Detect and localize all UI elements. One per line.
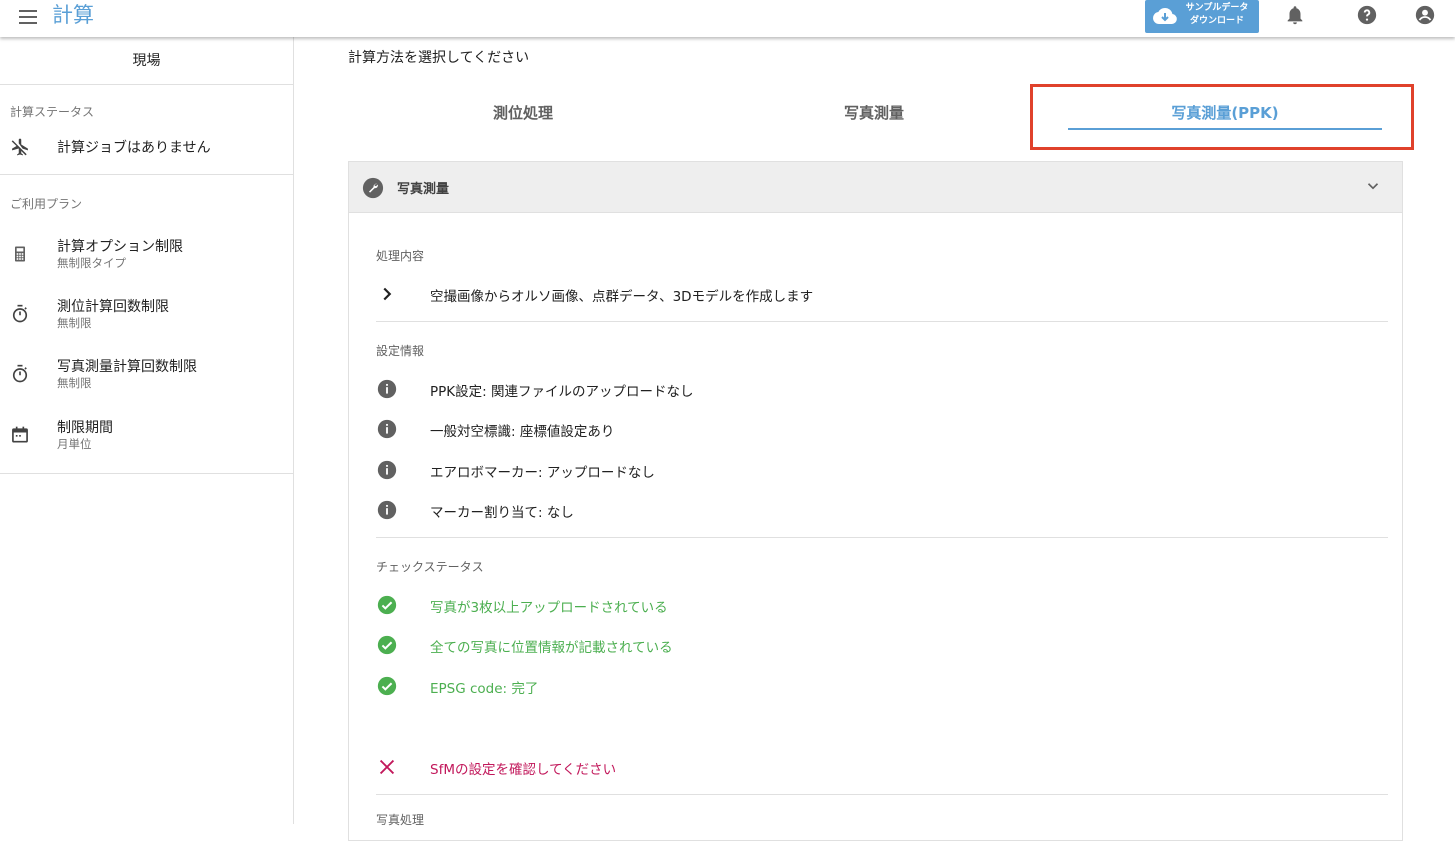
select-method-prompt: 計算方法を選択してください xyxy=(348,50,530,66)
download-label-line2: ダウンロード xyxy=(1189,16,1244,26)
plan-item-photogrammetry-count: 写真測量計算回数制限 無制限 xyxy=(0,354,293,394)
photo-processing-heading: 写真処理 xyxy=(376,813,425,827)
photo-processing-section: 写真処理 xyxy=(376,795,1388,835)
plan-item-calc-options: 計算オプション制限 無制限タイプ xyxy=(0,234,293,274)
account-icon[interactable] xyxy=(1414,4,1436,26)
tab-label: 測位処理 xyxy=(492,104,553,122)
chevron-down-icon[interactable] xyxy=(1364,177,1382,195)
highlight-box xyxy=(1030,84,1414,150)
process-heading: 処理内容 xyxy=(376,249,425,263)
settings-text: PPK設定: 関連ファイルのアップロードなし xyxy=(430,384,694,400)
plan-item-sub: 無制限 xyxy=(57,316,92,330)
plan-item-positioning-count: 測位計算回数制限 無制限 xyxy=(0,294,293,334)
info-icon xyxy=(377,500,397,520)
main-content: 計算方法を選択してください 測位処理 写真測量 写真測量(PPK) 写真測量 処… xyxy=(294,37,1455,841)
tab-label: 写真測量 xyxy=(843,104,904,122)
panel-title: 写真測量 xyxy=(397,182,450,197)
check-circle-icon xyxy=(377,595,397,615)
sample-data-download-button[interactable]: サンプルデータ ダウンロード xyxy=(1145,0,1259,33)
settings-text: エアロボマーカー: アップロードなし xyxy=(430,465,655,481)
check-row-ng: SfMの設定を確認してください xyxy=(376,754,1276,780)
settings-heading: 設定情報 xyxy=(376,344,425,358)
plan-heading: ご利用プラン xyxy=(10,197,83,211)
info-icon xyxy=(377,460,397,480)
site-label[interactable]: 現場 xyxy=(0,37,293,85)
sidebar: 現場 計算ステータス 計算ジョブはありません ご利用プラン 計算オプション制限 … xyxy=(0,37,294,824)
calc-job-status: 計算ジョブはありません xyxy=(0,130,293,164)
info-icon xyxy=(377,379,397,399)
airplane-off-icon xyxy=(11,138,28,156)
download-label-line1: サンプルデータ xyxy=(1185,3,1249,13)
check-status-heading: チェックステータス xyxy=(376,560,484,574)
calc-job-status-text: 計算ジョブはありません xyxy=(57,140,211,156)
timer-icon xyxy=(12,304,28,323)
calendar-icon xyxy=(12,426,28,443)
process-section: 処理内容 空撮画像からオルソ画像、点群データ、3Dモデルを作成します xyxy=(376,213,1388,322)
check-text: 全ての写真に位置情報が記載されている xyxy=(430,640,673,656)
plan-item-title: 計算オプション制限 xyxy=(57,239,183,255)
check-row-ok: 全ての写真に位置情報が記載されている xyxy=(376,632,1276,658)
menu-icon[interactable] xyxy=(18,6,40,28)
plan-item-title: 制限期間 xyxy=(57,420,113,436)
plan-item-sub: 無制限 xyxy=(57,376,92,390)
timer-icon xyxy=(12,364,28,383)
check-text: 写真が3枚以上アップロードされている xyxy=(430,600,668,616)
info-icon xyxy=(377,419,397,439)
settings-row: PPK設定: 関連ファイルのアップロードなし xyxy=(376,376,1276,402)
settings-section: 設定情報 PPK設定: 関連ファイルのアップロードなし 一般対空標識: 座標値設… xyxy=(376,322,1388,538)
method-panel: 写真測量 処理内容 空撮画像からオルソ画像、点群データ、3Dモデルを作成します … xyxy=(348,161,1403,841)
check-status-section: チェックステータス 写真が3枚以上アップロードされている 全ての写真に位置情報が… xyxy=(376,538,1388,795)
settings-text: マーカー割り当て: なし xyxy=(430,505,574,521)
settings-row: エアロボマーカー: アップロードなし xyxy=(376,457,1276,483)
plan-item-sub: 月単位 xyxy=(57,437,92,451)
process-text: 空撮画像からオルソ画像、点群データ、3Dモデルを作成します xyxy=(430,289,814,305)
check-row-ok: 写真が3枚以上アップロードされている xyxy=(376,592,1276,618)
plan-item-title: 測位計算回数制限 xyxy=(57,299,169,315)
settings-row: マーカー割り当て: なし xyxy=(376,497,1276,523)
wrench-icon xyxy=(362,177,384,199)
chevron-right-icon xyxy=(383,287,392,301)
check-circle-icon xyxy=(377,635,397,655)
settings-text: 一般対空標識: 座標値設定あり xyxy=(430,424,615,440)
bell-icon[interactable] xyxy=(1284,4,1306,26)
panel-header[interactable]: 写真測量 xyxy=(349,162,1402,213)
close-icon xyxy=(379,759,395,775)
check-text: EPSG code: 完了 xyxy=(430,681,539,697)
help-icon[interactable] xyxy=(1356,4,1378,26)
check-circle-icon xyxy=(377,676,397,696)
cloud-download-icon xyxy=(1153,7,1177,25)
plan-item-sub: 無制限タイプ xyxy=(57,256,126,270)
process-row: 空撮画像からオルソ画像、点群データ、3Dモデルを作成します xyxy=(376,281,1276,307)
settings-row: 一般対空標識: 座標値設定あり xyxy=(376,416,1276,442)
check-text-ng[interactable]: SfMの設定を確認してください xyxy=(430,758,616,778)
plan-item-title: 写真測量計算回数制限 xyxy=(57,359,197,375)
top-app-bar: 計算 サンプルデータ ダウンロード xyxy=(0,0,1455,37)
calc-status-heading: 計算ステータス xyxy=(10,105,95,119)
calculator-icon xyxy=(15,246,25,262)
plan-item-limit-period: 制限期間 月単位 xyxy=(0,415,293,455)
tab-photogrammetry[interactable]: 写真測量 xyxy=(699,85,1049,143)
check-row-ok: EPSG code: 完了 xyxy=(376,673,1276,699)
app-title: 計算 xyxy=(52,3,94,27)
tab-positioning[interactable]: 測位処理 xyxy=(348,85,698,143)
